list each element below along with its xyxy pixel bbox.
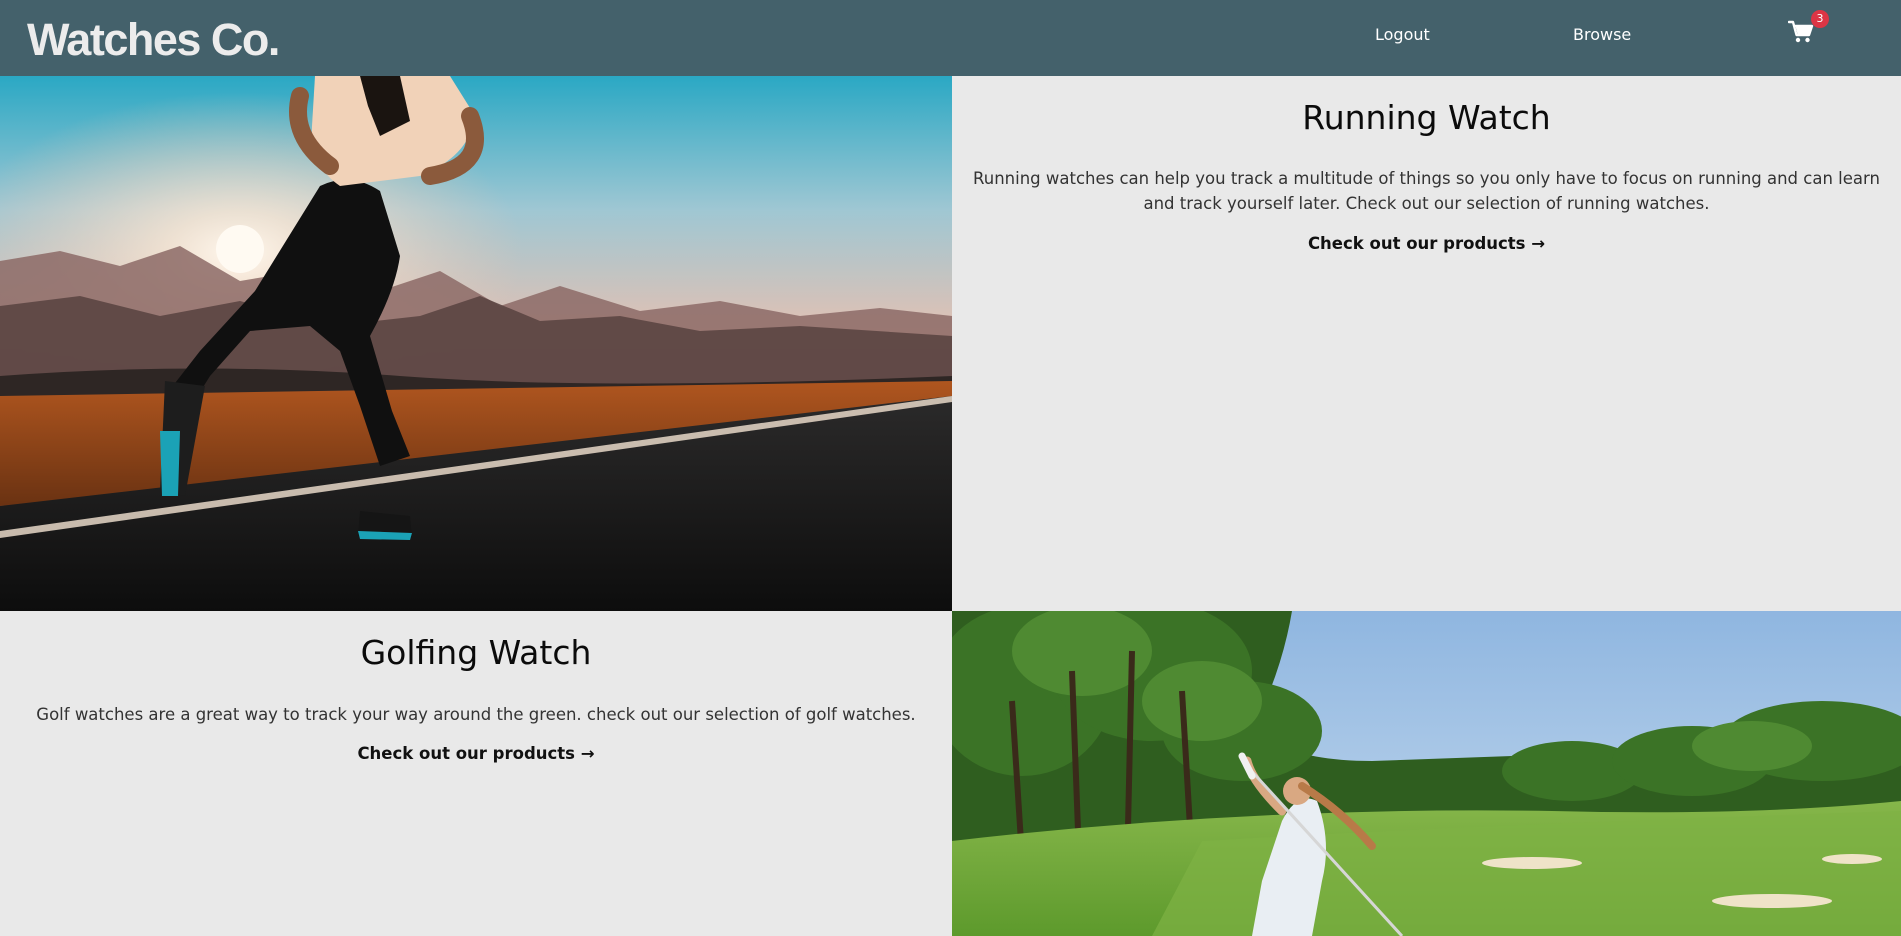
running-watch-section: Running Watch Running watches can help y… — [952, 76, 1901, 611]
runner-at-sunset-photo — [0, 76, 952, 611]
golfer-swinging-photo — [952, 611, 1901, 936]
top-navbar: Watches Co. Logout Browse 3 — [0, 0, 1901, 76]
brand-logo[interactable]: Watches Co. — [27, 14, 280, 66]
golfing-watch-title: Golfing Watch — [360, 633, 592, 672]
running-products-link[interactable]: Check out our products → — [952, 234, 1901, 253]
shopping-cart-icon — [1788, 20, 1814, 44]
golf-products-link[interactable]: Check out our products → — [0, 744, 952, 763]
cart-count-badge: 3 — [1811, 10, 1829, 28]
golfing-watch-description: Golf watches are a great way to track yo… — [36, 705, 916, 724]
logout-link[interactable]: Logout — [1375, 25, 1430, 44]
golfing-watch-section: Golfing Watch Golf watches are a great w… — [0, 611, 952, 936]
browse-link[interactable]: Browse — [1573, 25, 1631, 44]
cart-button[interactable] — [1788, 20, 1814, 46]
running-watch-description: Running watches can help you track a mul… — [973, 169, 1880, 213]
running-watch-title: Running Watch — [1302, 98, 1551, 137]
